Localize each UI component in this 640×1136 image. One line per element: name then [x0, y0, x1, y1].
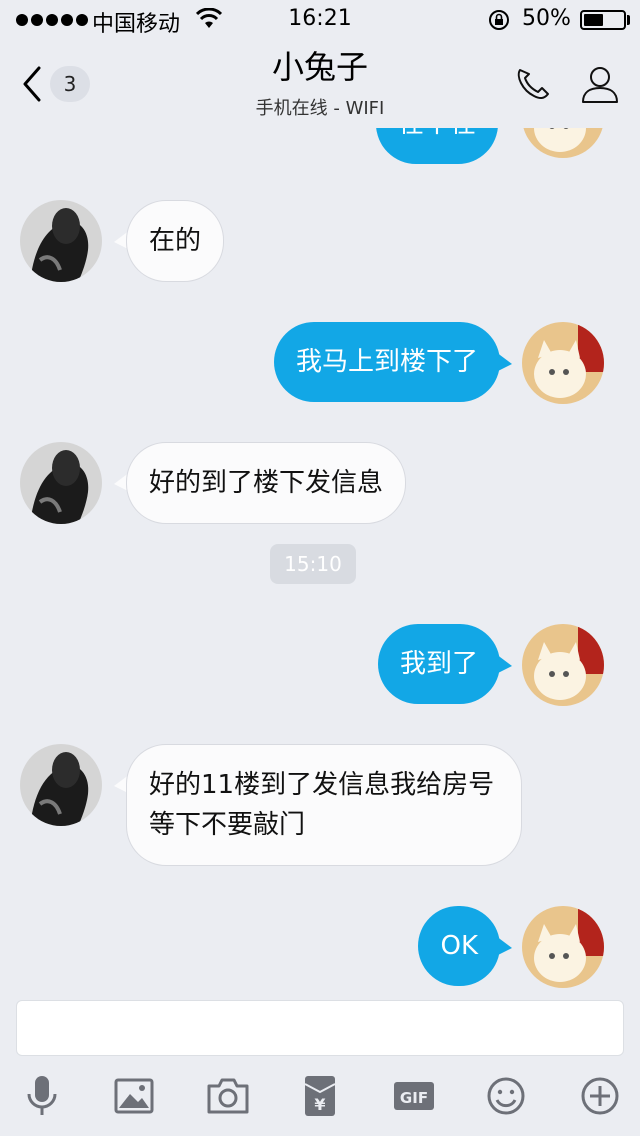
bubble-tail [496, 352, 512, 372]
my-avatar[interactable] [522, 624, 604, 706]
bubble-tail [496, 654, 512, 674]
contact-avatar[interactable] [20, 442, 102, 524]
yen-label: ¥ [314, 1095, 325, 1114]
message-bubble-incoming[interactable]: 好的到了楼下发信息 [126, 442, 407, 524]
message-bubble-outgoing[interactable]: 我到了 [377, 624, 500, 704]
message-bubble-outgoing[interactable]: OK [418, 906, 500, 986]
battery-tip [627, 15, 630, 25]
message-bubble-outgoing[interactable]: 我马上到楼下了 [273, 322, 500, 402]
contact-avatar[interactable] [20, 200, 102, 282]
profile-icon[interactable] [580, 64, 620, 104]
gif-label: GIF [400, 1089, 428, 1107]
chat-area[interactable]: 在不在 在的 我马上到楼下了 好的到了楼下发信息 15:10 我到了 [0, 128, 640, 988]
header: 中国移动 16:21 50% 3 小兔子 手机在线 - WIFI [0, 0, 640, 128]
message-bubble-incoming[interactable]: 好的11楼到了发信息我给房号等下不要敲门 [126, 744, 522, 866]
contact-avatar[interactable] [20, 744, 102, 826]
bubble-tail [496, 936, 512, 956]
my-avatar[interactable] [522, 322, 604, 404]
image-icon[interactable] [110, 1074, 158, 1118]
red-packet-icon[interactable]: ¥ [296, 1074, 344, 1118]
status-bar: 中国移动 16:21 50% [0, 0, 640, 40]
phone-call-icon[interactable] [514, 64, 556, 104]
battery-level [584, 14, 603, 26]
message-bubble-incoming[interactable]: 在的 [126, 200, 225, 282]
toolbar: ¥ GIF [0, 1066, 640, 1126]
rotation-lock-icon [489, 10, 509, 30]
camera-icon[interactable] [204, 1074, 252, 1118]
mic-icon[interactable] [18, 1074, 66, 1118]
my-avatar[interactable] [522, 906, 604, 988]
my-avatar[interactable] [522, 128, 604, 158]
battery-percent: 50% [522, 6, 571, 31]
plus-icon[interactable] [576, 1074, 624, 1118]
gif-icon[interactable]: GIF [390, 1074, 438, 1118]
emoji-icon[interactable] [482, 1074, 530, 1118]
timestamp-chip: 15:10 [270, 544, 356, 584]
message-input[interactable] [16, 1000, 624, 1056]
message-bubble-outgoing[interactable]: 在不在 [375, 128, 498, 164]
battery-icon [580, 10, 626, 30]
input-bar: ¥ GIF [0, 988, 640, 1136]
